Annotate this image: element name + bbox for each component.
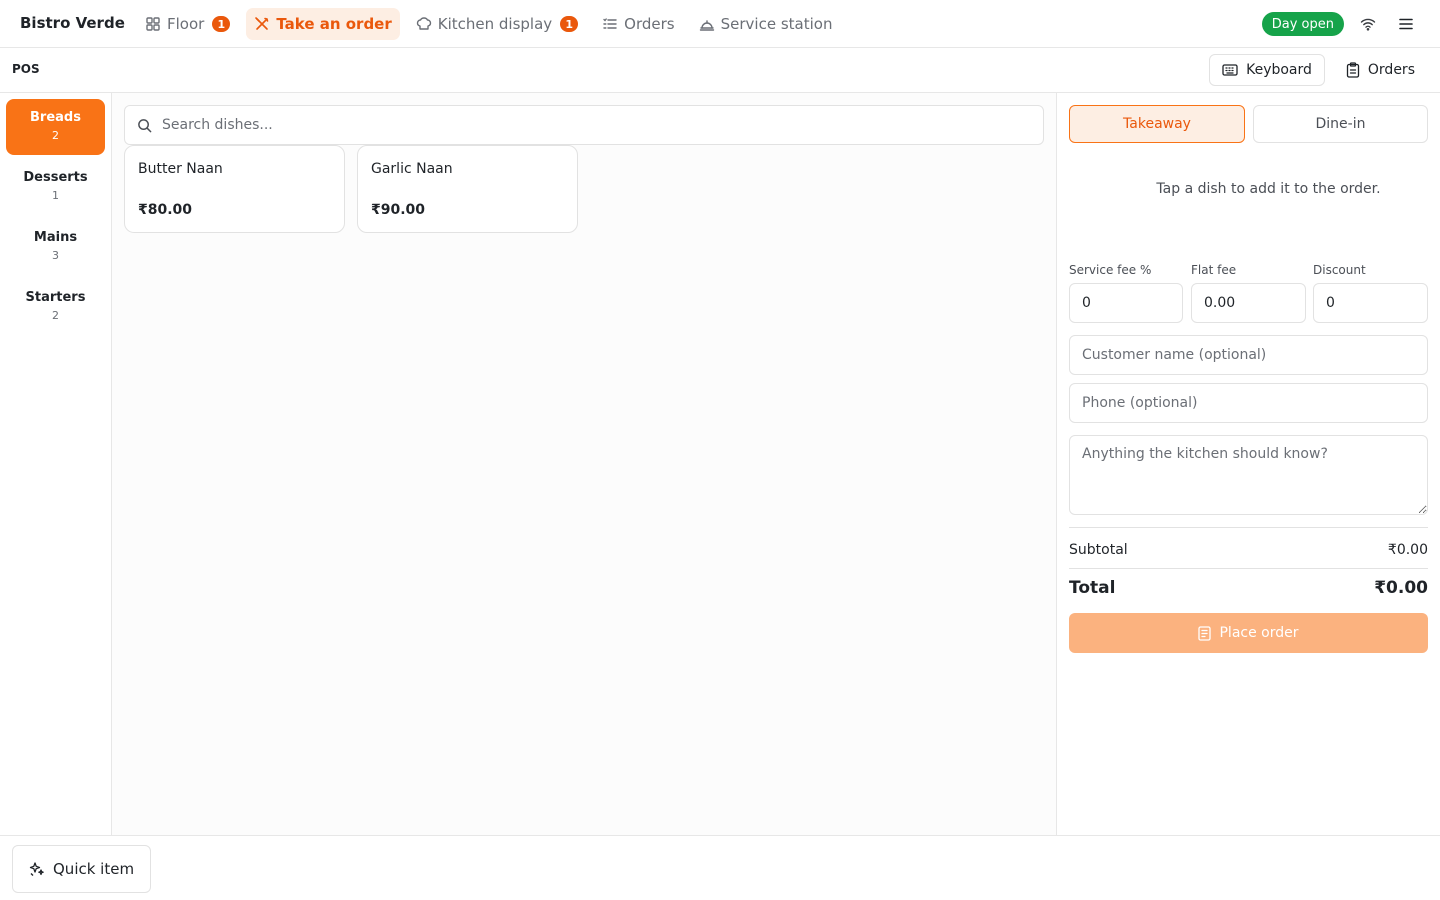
- quick-item-button[interactable]: Quick item: [12, 845, 152, 893]
- brand-name: Bistro Verde: [20, 14, 125, 32]
- search-box: [124, 105, 1044, 145]
- quick-item-label: Quick item: [53, 860, 135, 878]
- service-fee-label: Service fee %: [1069, 263, 1152, 277]
- divider: [1069, 527, 1428, 528]
- category-name: Breads: [30, 110, 81, 125]
- total-value: ₹0.00: [1374, 578, 1428, 598]
- takeaway-tab[interactable]: Takeaway: [1069, 105, 1245, 143]
- kitchen-notes-textarea[interactable]: [1069, 435, 1428, 515]
- dish-area: Butter Naan ₹80.00 Garlic Naan ₹90.00: [112, 93, 1057, 835]
- place-order-button[interactable]: Place order: [1069, 613, 1428, 653]
- cloche-icon: [699, 16, 715, 32]
- dish-card-garlic-naan[interactable]: Garlic Naan ₹90.00: [357, 145, 578, 233]
- top-right-controls: Day open: [1261, 12, 1420, 36]
- nav-orders-label: Orders: [624, 15, 675, 33]
- category-desserts[interactable]: Desserts 1: [6, 159, 105, 215]
- kitchen-count-badge: 1: [560, 16, 579, 32]
- discount-label: Discount: [1313, 263, 1366, 277]
- customer-name-input[interactable]: [1069, 335, 1428, 375]
- top-navigation-bar: Bistro Verde Floor 1 Take an order Kitch…: [0, 0, 1440, 48]
- keyboard-icon: [1222, 63, 1238, 77]
- category-count: 3: [52, 249, 59, 262]
- floor-count-badge: 1: [212, 16, 231, 32]
- nav-take-order-label: Take an order: [276, 15, 392, 33]
- nav-floor-label: Floor: [167, 15, 205, 33]
- service-fee-input[interactable]: [1069, 283, 1183, 323]
- keyboard-button-label: Keyboard: [1246, 62, 1312, 78]
- nav-orders[interactable]: Orders: [594, 8, 682, 40]
- flat-fee-input[interactable]: [1191, 283, 1306, 323]
- orders-button-label: Orders: [1367, 62, 1415, 78]
- discount-input[interactable]: [1313, 283, 1428, 323]
- bottom-bar: Quick item: [0, 835, 1440, 900]
- day-status-badge[interactable]: Day open: [1261, 12, 1344, 36]
- empty-order-hint: Tap a dish to add it to the order.: [1156, 181, 1381, 197]
- category-count: 2: [52, 129, 59, 142]
- subtotal-label: Subtotal: [1069, 542, 1128, 558]
- nav-kitchen-display-label: Kitchen display: [437, 15, 553, 33]
- list-icon: [602, 16, 618, 32]
- grid-icon: [145, 16, 161, 32]
- utensils-icon: [254, 16, 270, 32]
- flat-fee-label: Flat fee: [1191, 263, 1237, 277]
- category-breads[interactable]: Breads 2: [6, 99, 105, 155]
- divider: [1069, 568, 1428, 569]
- order-panel: Takeaway Dine-in Tap a dish to add it to…: [1057, 93, 1440, 835]
- dish-name: Garlic Naan: [371, 161, 453, 177]
- page-title: POS: [12, 62, 40, 76]
- category-starters[interactable]: Starters 2: [6, 279, 105, 335]
- search-input[interactable]: [162, 117, 1022, 133]
- dish-price: ₹80.00: [138, 202, 193, 218]
- place-order-label: Place order: [1219, 625, 1299, 641]
- dish-card-butter-naan[interactable]: Butter Naan ₹80.00: [124, 145, 345, 233]
- wifi-icon: [1354, 12, 1382, 36]
- category-sidebar: Breads 2 Desserts 1 Mains 3 Starters 2: [0, 93, 112, 835]
- nav-floor[interactable]: Floor 1: [137, 8, 238, 40]
- total-label: Total: [1069, 578, 1116, 598]
- chef-hat-icon: [416, 16, 432, 32]
- receipt-icon: [1198, 625, 1212, 641]
- main-nav: Floor 1 Take an order Kitchen display 1 …: [137, 8, 840, 40]
- category-name: Desserts: [23, 170, 88, 185]
- orders-button[interactable]: Orders: [1332, 54, 1428, 86]
- phone-input[interactable]: [1069, 383, 1428, 423]
- pos-toolbar: POS Keyboard Orders: [0, 48, 1440, 93]
- toolbar-actions: Keyboard Orders: [1209, 54, 1428, 86]
- subtotal-value: ₹0.00: [1387, 542, 1428, 558]
- keyboard-button[interactable]: Keyboard: [1209, 54, 1325, 86]
- nav-take-order[interactable]: Take an order: [246, 8, 400, 40]
- category-mains[interactable]: Mains 3: [6, 219, 105, 275]
- category-count: 2: [52, 309, 59, 322]
- search-icon: [137, 118, 152, 133]
- clipboard-icon: [1346, 62, 1360, 78]
- hamburger-menu-icon[interactable]: [1392, 12, 1420, 36]
- nav-service-station[interactable]: Service station: [691, 8, 841, 40]
- sparkle-icon: [29, 861, 45, 877]
- nav-service-station-label: Service station: [720, 15, 833, 33]
- nav-kitchen-display[interactable]: Kitchen display 1: [408, 8, 586, 40]
- dish-name: Butter Naan: [138, 161, 223, 177]
- category-name: Mains: [33, 230, 78, 245]
- dine-in-tab[interactable]: Dine-in: [1253, 105, 1428, 143]
- dish-price: ₹90.00: [371, 202, 426, 218]
- category-count: 1: [52, 189, 59, 202]
- category-name: Starters: [25, 290, 86, 305]
